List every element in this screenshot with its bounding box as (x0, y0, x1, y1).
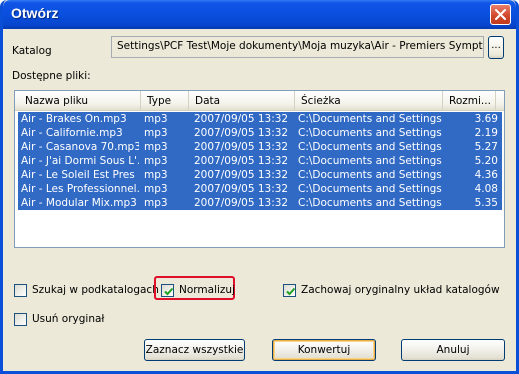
file-date: 2007/09/05 13:32 (194, 141, 289, 153)
close-icon (495, 9, 506, 20)
delete-original-label: Usuń oryginał (32, 313, 105, 325)
available-files-label: Dostępne pliki: (12, 70, 91, 82)
column-header-date[interactable]: Data (189, 91, 295, 111)
file-size: 5.20 (474, 155, 498, 167)
file-size: 5.27 (474, 141, 498, 153)
file-name: Air - Le Soleil Est Pres ... (21, 169, 139, 181)
file-type: mp3 (144, 113, 168, 125)
file-date: 2007/09/05 13:32 (194, 197, 289, 209)
window-title: Otwórz (11, 5, 59, 21)
title-bar[interactable]: Otwórz (3, 0, 516, 29)
column-header-path[interactable]: Ścieżka (295, 91, 443, 111)
normalize-option[interactable]: Normalizuj (161, 283, 235, 299)
file-name: Air - Casanova 70.mp3 (21, 141, 139, 153)
file-date: 2007/09/05 13:32 (194, 183, 289, 195)
file-path: C:\Documents and Settings... (298, 127, 442, 139)
file-date: 2007/09/05 13:32 (194, 127, 289, 139)
open-dialog: Otwórz Katalog Settings\PCF Test\Moje do… (0, 0, 519, 374)
keep-structure-label: Zachowaj oryginalny układ katalogów (301, 284, 500, 296)
file-row[interactable]: Air - Le Soleil Est Pres ... mp3 2007/09… (18, 168, 502, 182)
file-row[interactable]: Air - J'ai Dormi Sous L'... mp3 2007/09/… (18, 154, 502, 168)
file-size: 4.36 (474, 169, 498, 181)
file-path: C:\Documents and Settings... (298, 141, 442, 153)
column-header-type[interactable]: Type (141, 91, 189, 111)
select-all-button[interactable]: Zaznacz wszystkie (144, 339, 245, 361)
file-size: 5.35 (474, 197, 498, 209)
search-subfolders-label: Szukaj w podkatalogach (32, 284, 159, 296)
file-date: 2007/09/05 13:32 (194, 113, 289, 125)
file-date: 2007/09/05 13:32 (194, 155, 289, 167)
file-path: C:\Documents and Settings... (298, 169, 442, 181)
file-path: C:\Documents and Settings... (298, 197, 442, 209)
file-size: 3.69 (474, 113, 498, 125)
file-list[interactable]: Nazwa pliku Type Data Ścieżka Rozmi... A… (14, 90, 505, 248)
file-type: mp3 (144, 169, 168, 181)
file-name: Air - Les Professionnel... (21, 183, 139, 195)
file-name: Air - Californie.mp3 (21, 127, 123, 139)
file-row[interactable]: Air - Modular Mix.mp3 mp3 2007/09/05 13:… (18, 196, 502, 210)
keep-structure-option[interactable]: Zachowaj oryginalny układ katalogów (283, 283, 503, 299)
file-type: mp3 (144, 155, 168, 167)
file-path: C:\Documents and Settings... (298, 183, 442, 195)
file-type: mp3 (144, 183, 168, 195)
column-header-name[interactable]: Nazwa pliku (15, 91, 141, 111)
file-row[interactable]: Air - Casanova 70.mp3 mp3 2007/09/05 13:… (18, 140, 502, 154)
file-type: mp3 (144, 141, 168, 153)
checkmark-icon (286, 287, 296, 296)
search-subfolders-option[interactable]: Szukaj w podkatalogach (14, 283, 159, 299)
file-name: Air - Brakes On.mp3 (21, 113, 127, 125)
file-row[interactable]: Air - Brakes On.mp3 mp3 2007/09/05 13:32… (18, 112, 502, 126)
file-size: 4.08 (474, 183, 498, 195)
file-date: 2007/09/05 13:32 (194, 169, 289, 181)
file-type: mp3 (144, 197, 168, 209)
file-path: C:\Documents and Settings... (298, 155, 442, 167)
delete-original-checkbox[interactable] (14, 313, 27, 326)
file-row[interactable]: Air - Les Professionnel... mp3 2007/09/0… (18, 182, 502, 196)
normalize-checkbox[interactable] (161, 284, 174, 297)
file-row[interactable]: Air - Californie.mp3 mp3 2007/09/05 13:3… (18, 126, 502, 140)
file-list-header: Nazwa pliku Type Data Ścieżka Rozmi... (15, 91, 504, 111)
file-name: Air - J'ai Dormi Sous L'... (21, 155, 139, 167)
search-subfolders-checkbox[interactable] (14, 284, 27, 297)
keep-structure-checkbox[interactable] (283, 284, 296, 297)
column-header-size[interactable]: Rozmi... (443, 91, 496, 111)
checkmark-icon (164, 287, 174, 296)
convert-button[interactable]: Konwertuj (272, 339, 376, 361)
cancel-button[interactable]: Anuluj (401, 339, 505, 361)
browse-button[interactable]: ... (488, 36, 504, 59)
close-button[interactable] (490, 4, 511, 25)
normalize-label: Normalizuj (179, 284, 235, 296)
file-size: 2.19 (474, 127, 498, 139)
delete-original-option[interactable]: Usuń oryginał (14, 312, 114, 328)
file-type: mp3 (144, 127, 168, 139)
file-path: C:\Documents and Settings... (298, 113, 442, 125)
file-name: Air - Modular Mix.mp3 (21, 197, 137, 209)
catalog-path-field[interactable]: Settings\PCF Test\Moje dokumenty\Moja mu… (111, 36, 484, 58)
catalog-label: Katalog (12, 45, 52, 57)
